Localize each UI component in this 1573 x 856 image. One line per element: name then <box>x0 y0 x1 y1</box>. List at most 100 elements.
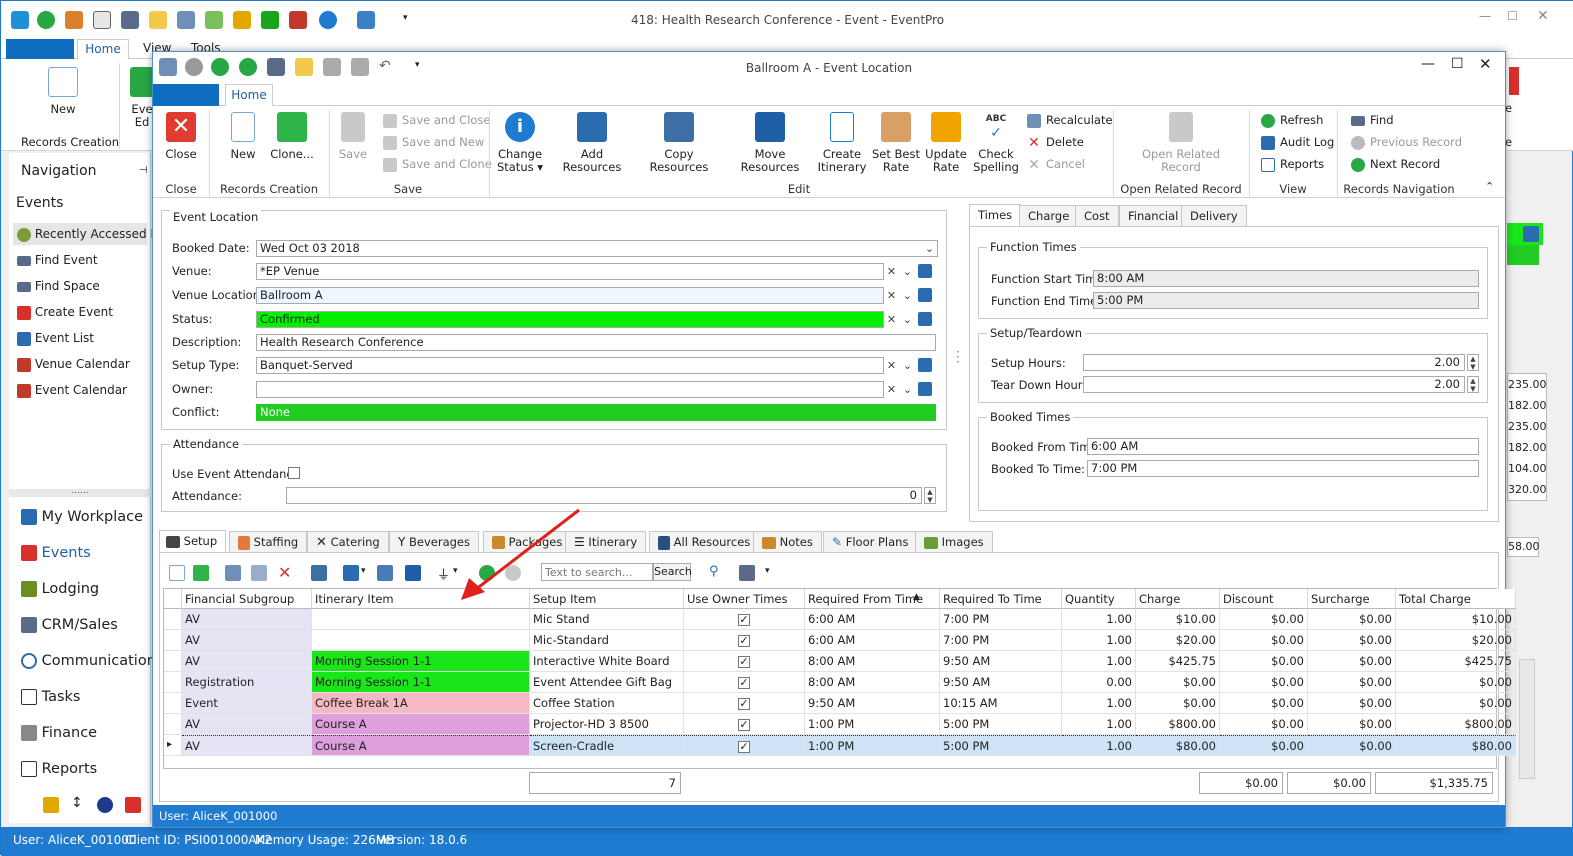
clear-icon[interactable]: ✕ <box>884 357 899 374</box>
cell-use-owner-times[interactable]: ✓ <box>684 672 805 693</box>
cell-required-from[interactable]: 1:00 PM <box>805 735 940 756</box>
tab-financial[interactable]: Financial <box>1119 205 1188 227</box>
cell-use-owner-times[interactable]: ✓ <box>684 693 805 714</box>
clear-icon[interactable]: ✕ <box>884 287 899 304</box>
cell-surcharge[interactable]: $0.00 <box>1308 735 1396 756</box>
module-communications[interactable]: Communications <box>21 646 163 676</box>
use-owner-times-checkbox[interactable]: ✓ <box>738 656 750 668</box>
cell-setup-item[interactable]: Screen-Cradle <box>530 735 684 756</box>
layout-dropdown-icon[interactable]: ▾ <box>765 566 770 576</box>
nav-recently-accessed-events[interactable]: Recently Accessed Events <box>13 223 191 245</box>
cell-itinerary-item[interactable]: Morning Session 1-1 <box>312 651 530 672</box>
collapse-ribbon-icon[interactable]: ⌃ <box>1485 180 1494 193</box>
lookup-icon[interactable] <box>918 312 932 326</box>
row-indicator[interactable] <box>164 672 182 693</box>
use-owner-times-checkbox[interactable]: ✓ <box>738 719 750 731</box>
file-menu-button[interactable] <box>6 39 74 59</box>
cell-discount[interactable]: $0.00 <box>1220 735 1308 756</box>
save-and-close-button[interactable]: Save and Close <box>383 110 491 130</box>
update-rate-button[interactable]: Update Rate <box>925 112 967 174</box>
module-reports[interactable]: Reports <box>21 754 97 784</box>
cell-discount[interactable]: $0.00 <box>1220 693 1308 714</box>
owner-field[interactable] <box>256 381 884 398</box>
cell-financial-subgroup[interactable]: Registration <box>182 672 312 693</box>
row-indicator[interactable] <box>164 693 182 714</box>
nav-event-list[interactable]: Event List <box>17 327 94 349</box>
use-owner-times-checkbox[interactable]: ✓ <box>738 741 750 753</box>
change-status-button[interactable]: i Change Status ▾ <box>495 112 545 174</box>
cell-required-to[interactable]: 10:15 AM <box>940 693 1062 714</box>
booked-date-field[interactable]: Wed Oct 03 2018 <box>256 240 938 257</box>
next-record-button[interactable]: Next Record <box>1351 154 1440 174</box>
cell-total-charge[interactable]: $425.75 <box>1396 651 1516 672</box>
column-header-surcharge[interactable]: Surcharge <box>1308 589 1396 609</box>
layout-icon[interactable] <box>311 565 327 581</box>
cell-required-from[interactable]: 1:00 PM <box>805 714 940 735</box>
save-button[interactable]: Save <box>335 112 371 161</box>
use-event-attendance-checkbox[interactable] <box>288 467 300 479</box>
cell-total-charge[interactable]: $0.00 <box>1396 693 1516 714</box>
export-icon[interactable] <box>405 565 421 581</box>
pin-icon[interactable]: ⊣ <box>139 165 148 176</box>
background-scrollbar[interactable] <box>1519 659 1535 779</box>
clear-icon[interactable]: ✕ <box>884 311 899 328</box>
cell-charge[interactable]: $800.00 <box>1136 714 1220 735</box>
cell-setup-item[interactable]: Interactive White Board <box>530 651 684 672</box>
cell-quantity[interactable]: 1.00 <box>1062 693 1136 714</box>
file-menu-button[interactable] <box>153 84 219 106</box>
copy-icon[interactable] <box>343 565 359 581</box>
cell-setup-item[interactable]: Coffee Station <box>530 693 684 714</box>
chevron-down-icon[interactable]: ⌄ <box>900 357 915 374</box>
cell-financial-subgroup[interactable]: AV <box>182 735 312 756</box>
cell-charge[interactable]: $10.00 <box>1136 609 1220 630</box>
cell-financial-subgroup[interactable]: AV <box>182 651 312 672</box>
splitter-handle[interactable]: · · · <box>956 346 960 368</box>
cell-financial-subgroup[interactable]: AV <box>182 714 312 735</box>
column-header-required-to[interactable]: Required To Time <box>940 589 1062 609</box>
cell-discount[interactable]: $0.00 <box>1220 672 1308 693</box>
chevron-down-icon[interactable]: ⌄ <box>900 381 915 398</box>
cell-required-from[interactable]: 8:00 AM <box>805 672 940 693</box>
cell-itinerary-item[interactable]: Course A <box>312 735 530 756</box>
cell-required-to[interactable]: 5:00 PM <box>940 714 1062 735</box>
new-button[interactable]: New <box>223 112 263 161</box>
cell-charge[interactable]: $0.00 <box>1136 672 1220 693</box>
tab-times[interactable]: Times <box>969 204 1022 226</box>
minimize-icon[interactable]: — <box>1479 9 1491 23</box>
cell-quantity[interactable]: 1.00 <box>1062 714 1136 735</box>
cell-itinerary-item[interactable]: Course A <box>312 714 530 735</box>
tab-images[interactable]: Images <box>915 531 993 553</box>
cell-financial-subgroup[interactable]: Event <box>182 693 312 714</box>
lookup-icon[interactable] <box>918 288 932 302</box>
cell-surcharge[interactable]: $0.00 <box>1308 672 1396 693</box>
move-icon[interactable] <box>377 565 393 581</box>
cell-surcharge[interactable]: $0.00 <box>1308 609 1396 630</box>
cell-use-owner-times[interactable]: ✓ <box>684 714 805 735</box>
booked-to-field[interactable]: 7:00 PM <box>1087 460 1479 477</box>
cell-itinerary-item[interactable]: Morning Session 1-1 <box>312 672 530 693</box>
cell-charge[interactable]: $0.00 <box>1136 693 1220 714</box>
close-icon[interactable]: ✕ <box>1479 55 1492 73</box>
cell-financial-subgroup[interactable]: AV <box>182 609 312 630</box>
cell-setup-item[interactable]: Event Attendee Gift Bag <box>530 672 684 693</box>
spinner-icon[interactable]: ▲ ▼ <box>1467 376 1479 393</box>
cell-quantity[interactable]: 0.00 <box>1062 672 1136 693</box>
cell-discount[interactable]: $0.00 <box>1220 651 1308 672</box>
tab-cost[interactable]: Cost <box>1075 205 1119 227</box>
tab-home[interactable]: Home <box>77 39 129 59</box>
tab-floor-plans[interactable]: ✎ Floor Plans <box>823 531 918 553</box>
cell-charge[interactable]: $80.00 <box>1136 735 1220 756</box>
venue-location-field[interactable]: Ballroom A <box>256 287 884 304</box>
add-resources-button[interactable]: Add Resources <box>551 112 633 174</box>
copy-resources-button[interactable]: Copy Resources <box>637 112 721 174</box>
column-header-discount[interactable]: Discount <box>1220 589 1308 609</box>
booked-from-field[interactable]: 6:00 AM <box>1087 438 1479 455</box>
chart-icon[interactable] <box>125 797 141 813</box>
cell-itinerary-item[interactable] <box>312 630 530 651</box>
cell-quantity[interactable]: 1.00 <box>1062 651 1136 672</box>
cell-total-charge[interactable]: $20.00 <box>1396 630 1516 651</box>
cell-required-from[interactable]: 6:00 AM <box>805 609 940 630</box>
new-row-icon[interactable] <box>169 565 185 581</box>
lookup-icon[interactable] <box>918 264 932 278</box>
nav-venue-calendar[interactable]: Venue Calendar <box>17 353 130 375</box>
